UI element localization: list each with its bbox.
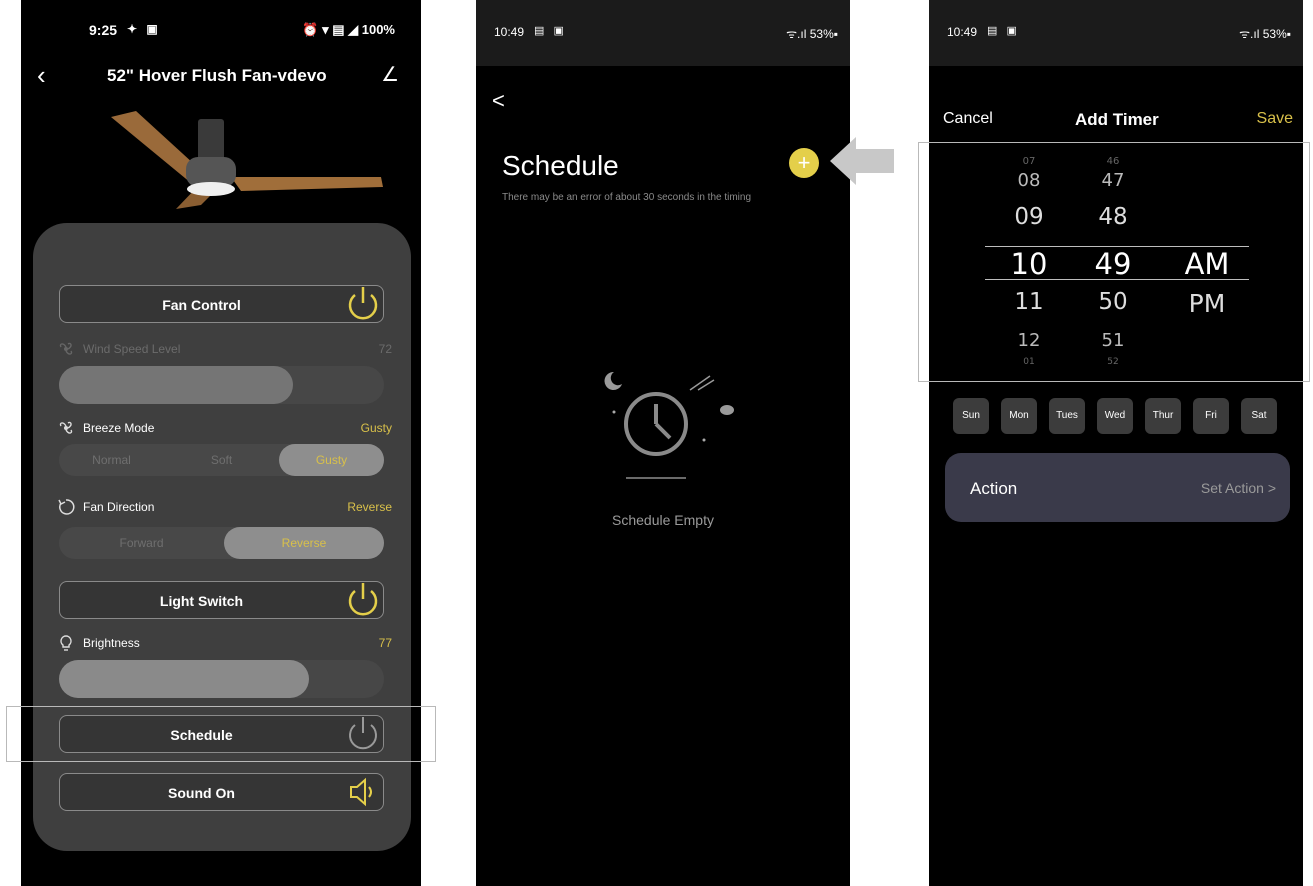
rotate-icon — [58, 499, 75, 515]
device-title: 52" Hover Flush Fan-vdevo — [107, 66, 327, 85]
device-header: ‹ 52" Hover Flush Fan-vdevo ∠ — [21, 62, 421, 92]
status-system-icons: ᯤ.ıl 53%▪ — [786, 27, 838, 41]
fan-direction-selector: Forward Reverse — [59, 527, 384, 559]
day-wed-button[interactable]: Wed — [1097, 398, 1133, 434]
page-title: Schedule — [502, 150, 619, 181]
breeze-mode-label: Breeze Mode — [83, 421, 155, 435]
speaker-icon[interactable] — [345, 769, 381, 815]
breeze-option-soft[interactable]: Soft — [169, 453, 274, 467]
fan-direction-row: Fan Direction Reverse — [57, 498, 392, 516]
wind-speed-slider[interactable] — [59, 366, 384, 404]
status-notification-icons: ▤ ▣ — [987, 25, 1020, 37]
save-button[interactable]: Save — [1257, 110, 1293, 128]
fan-control-label: Fan Control — [162, 297, 241, 313]
fan-speed-icon — [59, 342, 73, 355]
fan-control-button[interactable]: Fan Control — [59, 285, 384, 323]
breeze-option-normal[interactable]: Normal — [59, 453, 164, 467]
arrow-annotation — [830, 137, 894, 185]
day-sun-button[interactable]: Sun — [953, 398, 989, 434]
action-label: Action — [970, 479, 1018, 498]
status-system-icons: ᯤ.ıl 53%▪ — [1239, 27, 1291, 41]
breeze-mode-selector: Normal Soft Gusty — [59, 444, 384, 476]
breeze-mode-value: Gusty — [360, 421, 392, 435]
brightness-slider[interactable] — [59, 660, 384, 698]
back-icon[interactable]: ‹ — [37, 62, 46, 88]
action-row[interactable]: Action Set Action > — [945, 453, 1290, 522]
wind-speed-row: Wind Speed Level 72 — [57, 340, 392, 358]
day-sat-button[interactable]: Sat — [1241, 398, 1277, 434]
breeze-icon — [59, 421, 73, 434]
empty-state-text: Schedule Empty — [612, 512, 714, 528]
brightness-slider-fill — [59, 660, 310, 698]
timing-note: There may be an error of about 30 second… — [502, 192, 752, 203]
sound-button[interactable]: Sound On — [59, 773, 384, 811]
status-bar: 10:49 ▤ ▣ ᯤ.ıl 53%▪ — [476, 0, 850, 66]
sound-label: Sound On — [168, 785, 235, 801]
lightbulb-icon — [60, 635, 72, 651]
power-icon[interactable] — [345, 577, 381, 623]
status-bar: 10:49 ▤ ▣ ᯤ.ıl 53%▪ — [929, 0, 1303, 66]
light-switch-label: Light Switch — [159, 593, 244, 609]
direction-option-reverse[interactable]: Reverse — [224, 536, 384, 550]
brightness-value: 77 — [378, 636, 392, 650]
direction-option-forward[interactable]: Forward — [59, 536, 224, 550]
status-bar: 9:25 ✦ ▣ ⏰ ▾ ▤ ◢ 100% — [21, 18, 421, 40]
power-icon[interactable] — [345, 281, 381, 327]
day-mon-button[interactable]: Mon — [1001, 398, 1037, 434]
time-picker-highlight-box — [918, 142, 1310, 382]
day-fri-button[interactable]: Fri — [1193, 398, 1229, 434]
status-system-icons: ⏰ ▾ ▤ ◢ 100% — [302, 22, 395, 37]
brightness-label: Brightness — [83, 636, 140, 650]
day-tues-button[interactable]: Tues — [1049, 398, 1085, 434]
ceiling-fan-image — [111, 111, 383, 209]
fan-direction-value: Reverse — [347, 500, 392, 514]
status-time: 10:49 — [947, 25, 978, 39]
status-time: 10:49 — [494, 25, 525, 39]
wind-speed-label: Wind Speed Level — [83, 342, 181, 356]
cancel-button[interactable]: Cancel — [943, 110, 993, 128]
edit-icon[interactable]: ∠ — [381, 62, 399, 87]
breeze-option-gusty[interactable]: Gusty — [279, 453, 384, 467]
page-title: Add Timer — [1075, 110, 1159, 129]
set-action-link[interactable]: Set Action > — [1201, 480, 1276, 496]
add-timer-screen: 10:49 ▤ ▣ ᯤ.ıl 53%▪ Cancel Add Timer Sav… — [929, 0, 1303, 886]
schedule-screen: 10:49 ▤ ▣ ᯤ.ıl 53%▪ < Schedule There may… — [476, 0, 850, 886]
wind-speed-slider-fill — [59, 366, 293, 404]
timer-header: Cancel Add Timer Save — [929, 110, 1303, 132]
light-switch-button[interactable]: Light Switch — [59, 581, 384, 619]
add-schedule-button[interactable]: + — [789, 148, 819, 178]
breeze-mode-row: Breeze Mode Gusty — [57, 419, 392, 437]
status-notification-icons: ▤ ▣ — [534, 25, 567, 37]
fan-direction-label: Fan Direction — [83, 500, 155, 514]
weekday-selector: Sun Mon Tues Wed Thur Fri Sat — [953, 398, 1283, 434]
brightness-row: Brightness 77 — [57, 634, 392, 652]
wind-speed-value: 72 — [378, 342, 392, 356]
status-notification-icons: ✦ ▣ — [127, 22, 161, 36]
empty-clock-illustration — [604, 371, 734, 479]
schedule-highlight-box — [6, 706, 436, 762]
back-icon[interactable]: < — [492, 88, 505, 114]
status-time: 9:25 — [89, 22, 118, 38]
day-thur-button[interactable]: Thur — [1145, 398, 1181, 434]
